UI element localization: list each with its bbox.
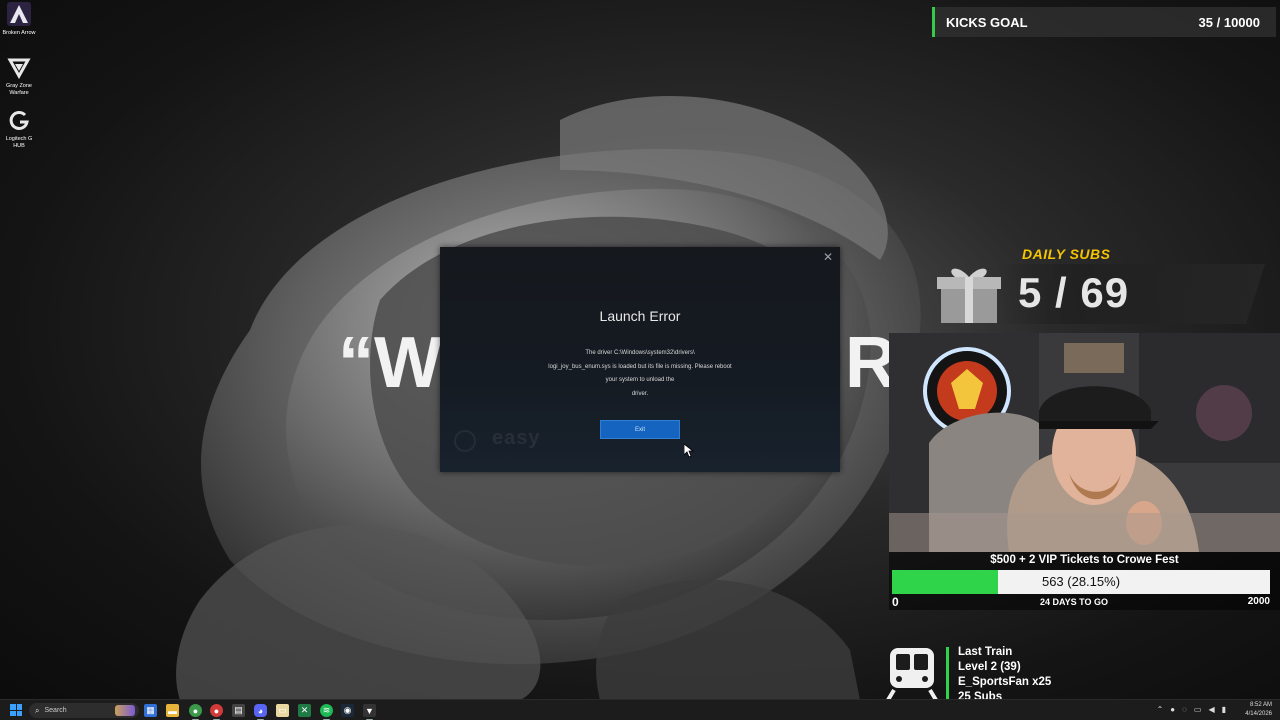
clock-time: 8:52 AM bbox=[1249, 702, 1272, 708]
kicks-goal-label: KICKS GOAL bbox=[946, 14, 1028, 30]
dialog-message-line: The driver C:\Windows\system32\drivers\ bbox=[585, 350, 695, 356]
goal-max: 2000 bbox=[1247, 596, 1270, 607]
dialog-message-line: your system to unload the bbox=[605, 377, 675, 383]
clock-date: 4/14/2026 bbox=[1245, 711, 1272, 717]
excel-icon[interactable]: ✕ bbox=[298, 704, 311, 717]
webcam-image bbox=[889, 333, 1280, 552]
microphone-icon[interactable]: ● bbox=[1170, 705, 1175, 714]
dialog-message: The driver C:\Windows\system32\drivers\ … bbox=[520, 347, 760, 401]
daily-subs-label: DAILY SUBS bbox=[1022, 246, 1111, 262]
volume-icon[interactable]: ◀ bbox=[1208, 705, 1214, 714]
gray-zone-warfare-icon bbox=[7, 55, 31, 79]
system-tray: ⌃ ● ◌ ▭ ◀ ▮ bbox=[1157, 705, 1226, 714]
easy-anti-cheat-logo-icon bbox=[454, 430, 476, 452]
taskbar-clock[interactable]: 8:52 AM 4/14/2026 bbox=[1245, 701, 1272, 719]
watermark-logo: easy bbox=[492, 427, 541, 449]
desktop-icon-broken-arrow[interactable]: Broken Arrow bbox=[0, 2, 38, 55]
desktop-icon-label: Logitech G HUB bbox=[5, 136, 33, 149]
logitech-g-hub-icon bbox=[7, 108, 31, 132]
search-highlight-icon bbox=[115, 705, 135, 716]
gift-icon bbox=[937, 268, 1001, 323]
network-icon[interactable]: ▭ bbox=[1194, 705, 1202, 714]
exit-button[interactable]: Exit bbox=[600, 420, 680, 439]
train-divider bbox=[946, 647, 949, 704]
dialog-message-line: logi_joy_bus_enum.sys is loaded but its … bbox=[548, 363, 732, 370]
daily-subs-widget: DAILY SUBS 5 / 69 bbox=[935, 245, 1270, 330]
windows-start-icon[interactable] bbox=[10, 704, 22, 716]
goal-days-left: 24 DAYS TO GO bbox=[1039, 597, 1109, 607]
spotify-icon[interactable]: ≋ bbox=[320, 704, 333, 720]
headset-icon[interactable]: ◌ bbox=[1182, 705, 1187, 714]
search-icon: ⌕ bbox=[35, 705, 40, 715]
terminal-icon[interactable]: ▤ bbox=[232, 704, 245, 717]
dialog-message-line: driver. bbox=[631, 390, 649, 397]
task-view-icon[interactable]: ▦ bbox=[144, 704, 157, 717]
gray-zone-warfare-taskbar-icon[interactable]: ▼ bbox=[363, 704, 376, 720]
file-explorer-icon[interactable]: ▬ bbox=[166, 704, 179, 717]
broken-arrow-icon bbox=[7, 2, 31, 26]
kicks-goal-widget: KICKS GOAL 35 / 10000 bbox=[932, 7, 1276, 37]
train-level: Level 2 (39) bbox=[958, 661, 1021, 673]
discord-icon[interactable]: ◕ bbox=[254, 704, 267, 720]
close-icon[interactable]: ✕ bbox=[821, 250, 835, 264]
goal-value: 563 (28.15%) bbox=[1041, 574, 1121, 589]
train-info: Last Train Level 2 (39) E_SportsFan x25 … bbox=[958, 645, 1051, 705]
launch-error-dialog: ✕ Launch Error The driver C:\Windows\sys… bbox=[440, 247, 840, 472]
mouse-cursor-icon bbox=[684, 444, 694, 458]
train-icon bbox=[886, 648, 938, 702]
battery-icon[interactable]: ▮ bbox=[1222, 705, 1226, 714]
hype-train-widget: Last Train Level 2 (39) E_SportsFan x25 … bbox=[884, 644, 1084, 704]
goal-progress-track: 563 (28.15%) bbox=[892, 570, 1270, 594]
browser-icon[interactable]: ● bbox=[210, 704, 223, 720]
desktop-icon-gray-zone-warfare[interactable]: Gray Zone Warfare bbox=[0, 55, 38, 108]
desktop-icon-label: Broken Arrow bbox=[2, 30, 36, 36]
desktop-icon-logitech-g-hub[interactable]: Logitech G HUB bbox=[0, 108, 38, 161]
donation-goal-widget: $500 + 2 VIP Tickets to Crowe Fest 563 (… bbox=[889, 552, 1280, 610]
chrome-icon[interactable]: ● bbox=[189, 704, 202, 720]
background-text-left: “W bbox=[338, 323, 442, 403]
webcam-feed bbox=[889, 333, 1280, 552]
desktop-icon-label: Gray Zone Warfare bbox=[6, 83, 32, 96]
dialog-title: Launch Error bbox=[599, 308, 681, 324]
steam-icon[interactable]: ◉ bbox=[341, 704, 354, 717]
daily-subs-count: 5 / 69 bbox=[1018, 269, 1130, 316]
goal-title: $500 + 2 VIP Tickets to Crowe Fest bbox=[990, 554, 1179, 566]
taskbar: ⌕ Search ▦ ▬ ● ● ▤ ◕ ▭ ✕ ≋ ◉ ▼ ⌃ ● ◌ ▭ ◀… bbox=[0, 699, 1280, 720]
kicks-goal-value: 35 / 10000 bbox=[1198, 14, 1260, 30]
taskbar-search-box[interactable]: ⌕ Search bbox=[29, 703, 139, 718]
notes-icon[interactable]: ▭ bbox=[276, 704, 289, 717]
search-placeholder: Search bbox=[44, 707, 67, 714]
train-top-contributor: E_SportsFan x25 bbox=[958, 676, 1052, 688]
desktop-icons: Broken Arrow Gray Zone Warfare Logitech … bbox=[0, 2, 38, 161]
train-title: Last Train bbox=[958, 646, 1013, 658]
chevron-up-icon[interactable]: ⌃ bbox=[1157, 705, 1164, 714]
